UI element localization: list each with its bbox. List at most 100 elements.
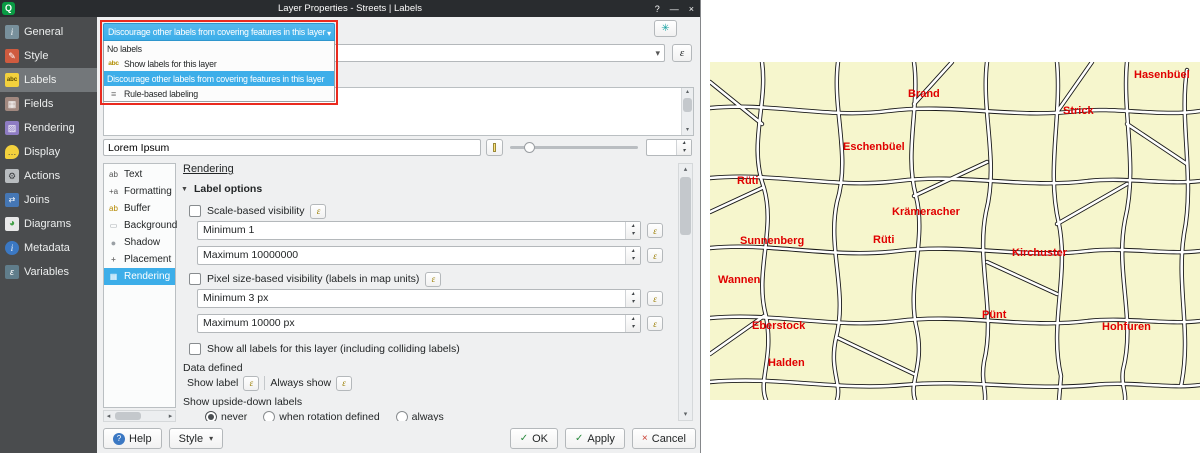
tab-formatting[interactable]: +a Formatting <box>104 183 175 200</box>
data-defined-button-scale-max[interactable]: ε <box>647 248 663 263</box>
titlebar[interactable]: Q Layer Properties - Streets | Labels ? … <box>0 0 700 17</box>
data-defined-button-pixel-max[interactable]: ε <box>647 316 663 331</box>
cancel-button[interactable]: × Cancel <box>632 428 696 449</box>
scrollbar-thumb[interactable] <box>115 412 141 420</box>
scrollbar-track[interactable] <box>679 175 692 409</box>
show-all-labels-checkbox[interactable] <box>189 343 201 355</box>
scrollbar-track[interactable] <box>682 97 693 126</box>
spin-steppers[interactable]: ▴▾ <box>625 290 640 307</box>
pixel-min-spinbox[interactable]: Minimum 3 px ▴▾ <box>197 289 641 308</box>
dropdown-option-discourage[interactable]: Discourage other labels from covering fe… <box>104 71 334 86</box>
radio-option-never[interactable]: never <box>205 411 247 421</box>
labeling-mode-combo[interactable]: Discourage other labels from covering fe… <box>103 23 335 41</box>
spin-down-icon[interactable]: ▾ <box>631 299 634 306</box>
gear-icon: ⚙ <box>5 169 19 183</box>
expression-builder-button[interactable]: ε <box>672 44 692 62</box>
dropdown-option-no-labels[interactable]: No labels <box>104 41 334 56</box>
scrollbar-thumb[interactable] <box>680 177 691 235</box>
spin-up-icon[interactable]: ▴ <box>631 291 634 298</box>
slider-handle[interactable] <box>524 142 535 153</box>
radio-button[interactable] <box>205 411 217 421</box>
style-button[interactable]: Style ▾ <box>169 428 223 449</box>
font-size-spinbox[interactable]: ▴ ▾ <box>646 139 692 156</box>
spin-steppers[interactable]: ▴ ▾ <box>676 140 691 155</box>
dropdown-option-show-labels[interactable]: abc Show labels for this layer <box>104 56 334 71</box>
close-button[interactable]: × <box>689 4 694 14</box>
radio-button[interactable] <box>263 411 275 421</box>
pixel-max-spinbox[interactable]: Maximum 10000 px ▴▾ <box>197 314 641 333</box>
sample-text-input[interactable] <box>103 139 481 156</box>
spin-steppers[interactable]: ▴▾ <box>625 222 640 239</box>
scale-max-spinbox[interactable]: Maximum 10000000 ▴▾ <box>197 246 641 265</box>
scale-min-spinbox[interactable]: Minimum 1 ▴▾ <box>197 221 641 240</box>
label-options-section-header[interactable]: ▼ Label options <box>181 181 262 197</box>
sidebar: i General ✎ Style abc Labels ▦ Fields ▨ … <box>0 17 97 453</box>
scroll-right-icon[interactable]: ▸ <box>166 412 175 420</box>
data-defined-button-show-label[interactable]: ε <box>243 376 259 391</box>
scroll-up-icon[interactable]: ▴ <box>684 164 688 175</box>
spin-down-icon[interactable]: ▾ <box>682 148 685 155</box>
tab-placement[interactable]: + Placement <box>104 251 175 268</box>
spin-steppers[interactable]: ▴▾ <box>625 315 640 332</box>
tab-buffer[interactable]: ab Buffer <box>104 200 175 217</box>
speech-bubble-icon: … <box>5 145 19 159</box>
data-defined-button-scale-min[interactable]: ε <box>647 223 663 238</box>
tab-rendering[interactable]: ▦ Rendering <box>104 268 175 285</box>
sidebar-item-display[interactable]: … Display <box>0 140 97 164</box>
map-street-label: Strick <box>1063 105 1094 117</box>
scroll-up-icon[interactable]: ▴ <box>686 88 689 97</box>
tab-shadow[interactable]: ● Shadow <box>104 234 175 251</box>
preview-scrollbar[interactable]: ▴ ▾ <box>681 88 693 135</box>
apply-button[interactable]: ✓ Apply <box>565 428 625 449</box>
data-defined-button-pixel[interactable]: ε <box>425 272 441 287</box>
sidebar-item-fields[interactable]: ▦ Fields <box>0 92 97 116</box>
data-defined-button-pixel-min[interactable]: ε <box>647 291 663 306</box>
sidebar-item-actions[interactable]: ⚙ Actions <box>0 164 97 188</box>
minimize-button[interactable]: — <box>670 4 679 14</box>
road <box>710 188 762 212</box>
tabs-horizontal-scrollbar[interactable]: ◂ ▸ <box>103 410 176 422</box>
sidebar-item-rendering[interactable]: ▨ Rendering <box>0 116 97 140</box>
spin-up-icon[interactable]: ▴ <box>631 248 634 255</box>
automated-placement-button[interactable]: ✳ <box>654 20 677 37</box>
data-defined-button-scale[interactable]: ε <box>310 204 326 219</box>
radio-option-always[interactable]: always <box>396 411 444 421</box>
spin-down-icon[interactable]: ▾ <box>631 324 634 331</box>
sidebar-item-variables[interactable]: ε Variables <box>0 260 97 284</box>
panel-vertical-scrollbar[interactable]: ▴ ▾ <box>678 163 693 421</box>
spin-up-icon[interactable]: ▴ <box>631 316 634 323</box>
spin-up-icon[interactable]: ▴ <box>682 140 685 147</box>
help-button[interactable]: ? Help <box>103 428 162 449</box>
radio-button[interactable] <box>396 411 408 421</box>
tab-text[interactable]: ab Text <box>104 166 175 183</box>
scroll-down-icon[interactable]: ▾ <box>686 126 689 135</box>
map-canvas[interactable]: HasenbüelBrandStrickEschenbüelRütiKrämer… <box>710 62 1200 400</box>
window-help-button[interactable]: ? <box>655 4 660 14</box>
sidebar-item-diagrams[interactable]: ◕ Diagrams <box>0 212 97 236</box>
data-defined-button-always-show[interactable]: ε <box>336 376 352 391</box>
sidebar-item-style[interactable]: ✎ Style <box>0 44 97 68</box>
pixel-visibility-checkbox[interactable] <box>189 273 201 285</box>
sidebar-item-joins[interactable]: ⇄ Joins <box>0 188 97 212</box>
tab-background[interactable]: ▭ Background <box>104 217 175 234</box>
spin-steppers[interactable]: ▴▾ <box>625 247 640 264</box>
preview-zoom-slider[interactable] <box>510 139 638 156</box>
spin-down-icon[interactable]: ▾ <box>631 231 634 238</box>
scrollbar-thumb[interactable] <box>683 98 692 112</box>
map-street-label: Krämeracher <box>892 206 961 218</box>
scroll-down-icon[interactable]: ▾ <box>684 409 688 420</box>
spin-up-icon[interactable]: ▴ <box>631 223 634 230</box>
preview-background-color-button[interactable] <box>486 139 503 156</box>
sidebar-item-labels[interactable]: abc Labels <box>0 68 97 92</box>
pie-chart-icon: ◕ <box>5 217 19 231</box>
scale-min-row: Minimum 1 ▴▾ ε <box>197 221 663 240</box>
dropdown-option-rule-based[interactable]: ≡ Rule-based labeling <box>104 86 334 101</box>
spin-down-icon[interactable]: ▾ <box>631 256 634 263</box>
radio-option-when-rotation-defined[interactable]: when rotation defined <box>263 411 379 421</box>
scale-visibility-checkbox[interactable] <box>189 205 201 217</box>
placement-icon: + <box>107 255 120 264</box>
sidebar-item-metadata[interactable]: i Metadata <box>0 236 97 260</box>
ok-button[interactable]: ✓ OK <box>510 428 558 449</box>
scroll-left-icon[interactable]: ◂ <box>104 412 113 420</box>
sidebar-item-general[interactable]: i General <box>0 20 97 44</box>
